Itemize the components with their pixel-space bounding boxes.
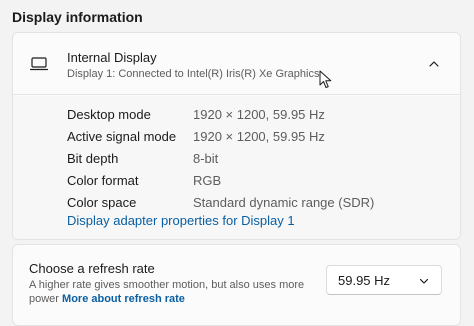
info-row-color-format: Color format RGB <box>13 173 460 193</box>
display-adapter-properties-link[interactable]: Display adapter properties for Display 1 <box>67 213 295 228</box>
info-value: 8-bit <box>193 151 219 166</box>
info-label: Bit depth <box>67 151 119 166</box>
info-row-desktop-mode: Desktop mode 1920 × 1200, 59.95 Hz <box>13 107 460 127</box>
info-row-bit-depth: Bit depth 8-bit <box>13 151 460 171</box>
info-label: Desktop mode <box>67 107 151 122</box>
chevron-down-icon <box>419 278 429 284</box>
info-value: 1920 × 1200, 59.95 Hz <box>193 129 325 144</box>
info-row-color-space: Color space Standard dynamic range (SDR) <box>13 195 460 215</box>
info-label: Active signal mode <box>67 129 177 144</box>
display-info-panel: Desktop mode 1920 × 1200, 59.95 Hz Activ… <box>13 96 460 239</box>
chevron-up-icon[interactable] <box>427 57 441 71</box>
monitor-icon <box>30 57 48 71</box>
display-name: Internal Display <box>67 50 157 65</box>
refresh-rate-card: Choose a refresh rate A higher rate give… <box>12 244 461 326</box>
refresh-rate-description: A higher rate gives smoother motion, but… <box>29 278 319 306</box>
info-value: Standard dynamic range (SDR) <box>193 195 375 210</box>
display-expander-header[interactable]: Internal Display Display 1: Connected to… <box>13 33 460 95</box>
refresh-rate-selected-value: 59.95 Hz <box>338 273 391 288</box>
info-row-active-signal-mode: Active signal mode 1920 × 1200, 59.95 Hz <box>13 129 460 149</box>
section-title: Display information <box>12 9 143 25</box>
mouse-cursor-icon <box>319 70 332 88</box>
refresh-rate-title: Choose a refresh rate <box>29 261 155 276</box>
info-label: Color space <box>67 195 137 210</box>
more-about-refresh-rate-link[interactable]: More about refresh rate <box>62 293 185 305</box>
refresh-rate-dropdown[interactable]: 59.95 Hz <box>326 265 442 295</box>
info-value: 1920 × 1200, 59.95 Hz <box>193 107 325 122</box>
info-label: Color format <box>67 173 139 188</box>
display-subtitle: Display 1: Connected to Intel(R) Iris(R)… <box>67 68 320 80</box>
info-value: RGB <box>193 173 222 188</box>
display-card: Internal Display Display 1: Connected to… <box>12 32 461 240</box>
